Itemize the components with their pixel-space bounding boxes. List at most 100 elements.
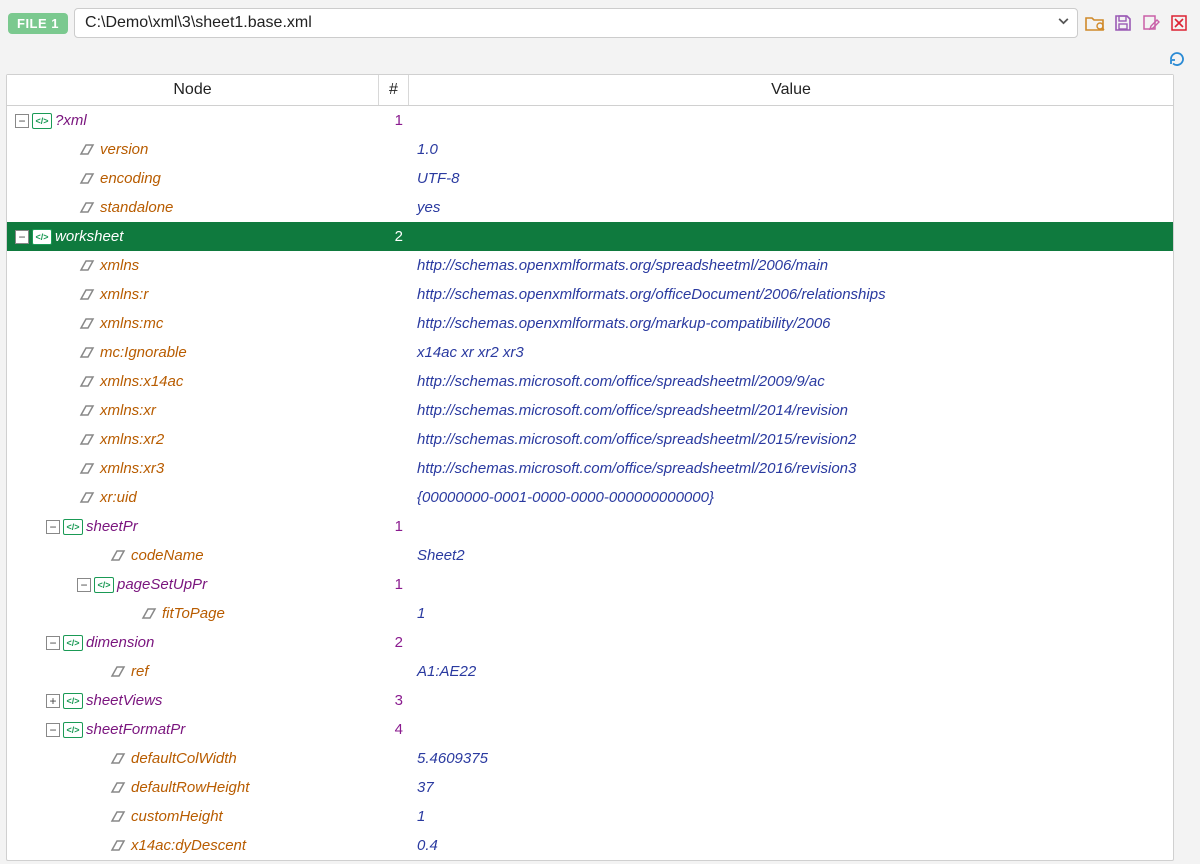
attribute-icon bbox=[77, 374, 97, 390]
node-name: pageSetUpPr bbox=[117, 576, 207, 593]
node-count: 2 bbox=[379, 228, 409, 245]
tree-row[interactable]: xmlns:x14achttp://schemas.microsoft.com/… bbox=[7, 367, 1173, 396]
element-icon: </> bbox=[94, 577, 114, 593]
expand-toggle[interactable]: + bbox=[46, 694, 60, 708]
element-icon: </> bbox=[63, 722, 83, 738]
grid-header: Node # Value bbox=[7, 75, 1173, 106]
toolbar: FILE 1 bbox=[0, 0, 1200, 46]
node-name: xmlns:xr bbox=[100, 402, 156, 419]
tree-row[interactable]: defaultColWidth 5.4609375 bbox=[7, 744, 1173, 773]
node-value: Sheet2 bbox=[409, 547, 1173, 564]
tree-row[interactable]: −</> dimension2 bbox=[7, 628, 1173, 657]
node-name: fitToPage bbox=[162, 605, 225, 622]
tree-row[interactable]: version1.0 bbox=[7, 135, 1173, 164]
tree-row[interactable]: xmlns:mchttp://schemas.openxmlformats.or… bbox=[7, 309, 1173, 338]
save-icon[interactable] bbox=[1112, 12, 1134, 34]
node-name: dimension bbox=[86, 634, 154, 651]
attribute-icon bbox=[108, 838, 128, 854]
tree-row[interactable]: xmlns:xr3http://schemas.microsoft.com/of… bbox=[7, 454, 1173, 483]
node-count: 1 bbox=[379, 576, 409, 593]
node-name: xmlns:mc bbox=[100, 315, 163, 332]
attribute-icon bbox=[77, 316, 97, 332]
browse-icon[interactable] bbox=[1084, 12, 1106, 34]
tree-row[interactable]: −</> worksheet 2 bbox=[7, 222, 1173, 251]
node-value: http://schemas.microsoft.com/office/spre… bbox=[409, 373, 1173, 390]
tree-row[interactable]: xmlns http://schemas.openxmlformats.org/s… bbox=[7, 251, 1173, 280]
tree-row[interactable]: ref A1:AE22 bbox=[7, 657, 1173, 686]
element-icon: </> bbox=[32, 113, 52, 129]
attribute-icon bbox=[77, 490, 97, 506]
tree-row[interactable]: −</> sheetFormatPr 4 bbox=[7, 715, 1173, 744]
node-count: 2 bbox=[379, 634, 409, 651]
node-name: xmlns:xr2 bbox=[100, 431, 164, 448]
tree-row[interactable]: xmlns:rhttp://schemas.openxmlformats.org… bbox=[7, 280, 1173, 309]
element-icon: </> bbox=[63, 693, 83, 709]
collapse-toggle[interactable]: − bbox=[46, 723, 60, 737]
path-input[interactable] bbox=[74, 8, 1078, 38]
tree-row[interactable]: encoding UTF-8 bbox=[7, 164, 1173, 193]
grid-rows: −</> ?xml1 version1.0 encodingUTF-8 stan… bbox=[7, 106, 1173, 860]
node-name: worksheet bbox=[55, 228, 123, 245]
header-count[interactable]: # bbox=[379, 75, 409, 105]
tree-row[interactable]: defaultRowHeight37 bbox=[7, 773, 1173, 802]
node-name: xmlns bbox=[100, 257, 139, 274]
tree-row[interactable]: codeNameSheet2 bbox=[7, 541, 1173, 570]
node-name: xmlns:xr3 bbox=[100, 460, 164, 477]
attribute-icon bbox=[77, 171, 97, 187]
node-value: yes bbox=[409, 199, 1173, 216]
close-icon[interactable] bbox=[1168, 12, 1190, 34]
tree-row[interactable]: −</> sheetPr1 bbox=[7, 512, 1173, 541]
tree-row[interactable]: customHeight1 bbox=[7, 802, 1173, 831]
node-count: 4 bbox=[379, 721, 409, 738]
attribute-icon bbox=[77, 200, 97, 216]
node-name: ref bbox=[131, 663, 149, 680]
tree-row[interactable]: xr:uid{00000000-0001-0000-0000-000000000… bbox=[7, 483, 1173, 512]
attribute-icon bbox=[77, 142, 97, 158]
node-name: mc:Ignorable bbox=[100, 344, 187, 361]
refresh-icon[interactable] bbox=[1166, 48, 1188, 70]
node-name: encoding bbox=[100, 170, 161, 187]
refresh-row bbox=[0, 46, 1200, 74]
tree-row[interactable]: mc:Ignorablex14ac xr xr2 xr3 bbox=[7, 338, 1173, 367]
collapse-toggle[interactable]: − bbox=[77, 578, 91, 592]
node-value: http://schemas.openxmlformats.org/spread… bbox=[409, 257, 1173, 274]
attribute-icon bbox=[77, 258, 97, 274]
node-name: sheetFormatPr bbox=[86, 721, 185, 738]
node-value: http://schemas.microsoft.com/office/spre… bbox=[409, 431, 1173, 448]
collapse-toggle[interactable]: − bbox=[46, 520, 60, 534]
tree-row[interactable]: −</> pageSetUpPr 1 bbox=[7, 570, 1173, 599]
collapse-toggle[interactable]: − bbox=[15, 114, 29, 128]
node-value: 1 bbox=[409, 605, 1173, 622]
node-value: 5.4609375 bbox=[409, 750, 1173, 767]
tree-row[interactable]: +</> sheetViews3 bbox=[7, 686, 1173, 715]
node-value: 1 bbox=[409, 808, 1173, 825]
node-name: defaultColWidth bbox=[131, 750, 237, 767]
node-value: A1:AE22 bbox=[409, 663, 1173, 680]
attribute-icon bbox=[108, 780, 128, 796]
node-count: 1 bbox=[379, 112, 409, 129]
header-value[interactable]: Value bbox=[409, 75, 1173, 105]
edit-icon[interactable] bbox=[1140, 12, 1162, 34]
attribute-icon bbox=[77, 287, 97, 303]
tree-row[interactable]: fitToPage 1 bbox=[7, 599, 1173, 628]
collapse-toggle[interactable]: − bbox=[46, 636, 60, 650]
node-name: standalone bbox=[100, 199, 173, 216]
header-node[interactable]: Node bbox=[7, 75, 379, 105]
attribute-icon bbox=[77, 345, 97, 361]
attribute-icon bbox=[108, 548, 128, 564]
node-name: x14ac:dyDescent bbox=[131, 837, 246, 854]
node-value: http://schemas.microsoft.com/office/spre… bbox=[409, 402, 1173, 419]
element-icon: </> bbox=[32, 229, 52, 245]
node-name: version bbox=[100, 141, 148, 158]
node-name: sheetViews bbox=[86, 692, 162, 709]
tree-row[interactable]: xmlns:xr http://schemas.microsoft.com/off… bbox=[7, 396, 1173, 425]
collapse-toggle[interactable]: − bbox=[15, 230, 29, 244]
node-name: ?xml bbox=[55, 112, 87, 129]
tree-row[interactable]: standalone yes bbox=[7, 193, 1173, 222]
node-name: xmlns:r bbox=[100, 286, 148, 303]
tree-row[interactable]: −</> ?xml 1 bbox=[7, 106, 1173, 135]
tree-row[interactable]: xmlns:xr2 http://schemas.microsoft.com/of… bbox=[7, 425, 1173, 454]
node-value: UTF-8 bbox=[409, 170, 1173, 187]
tree-row[interactable]: x14ac:dyDescent0.4 bbox=[7, 831, 1173, 860]
attribute-icon bbox=[77, 432, 97, 448]
